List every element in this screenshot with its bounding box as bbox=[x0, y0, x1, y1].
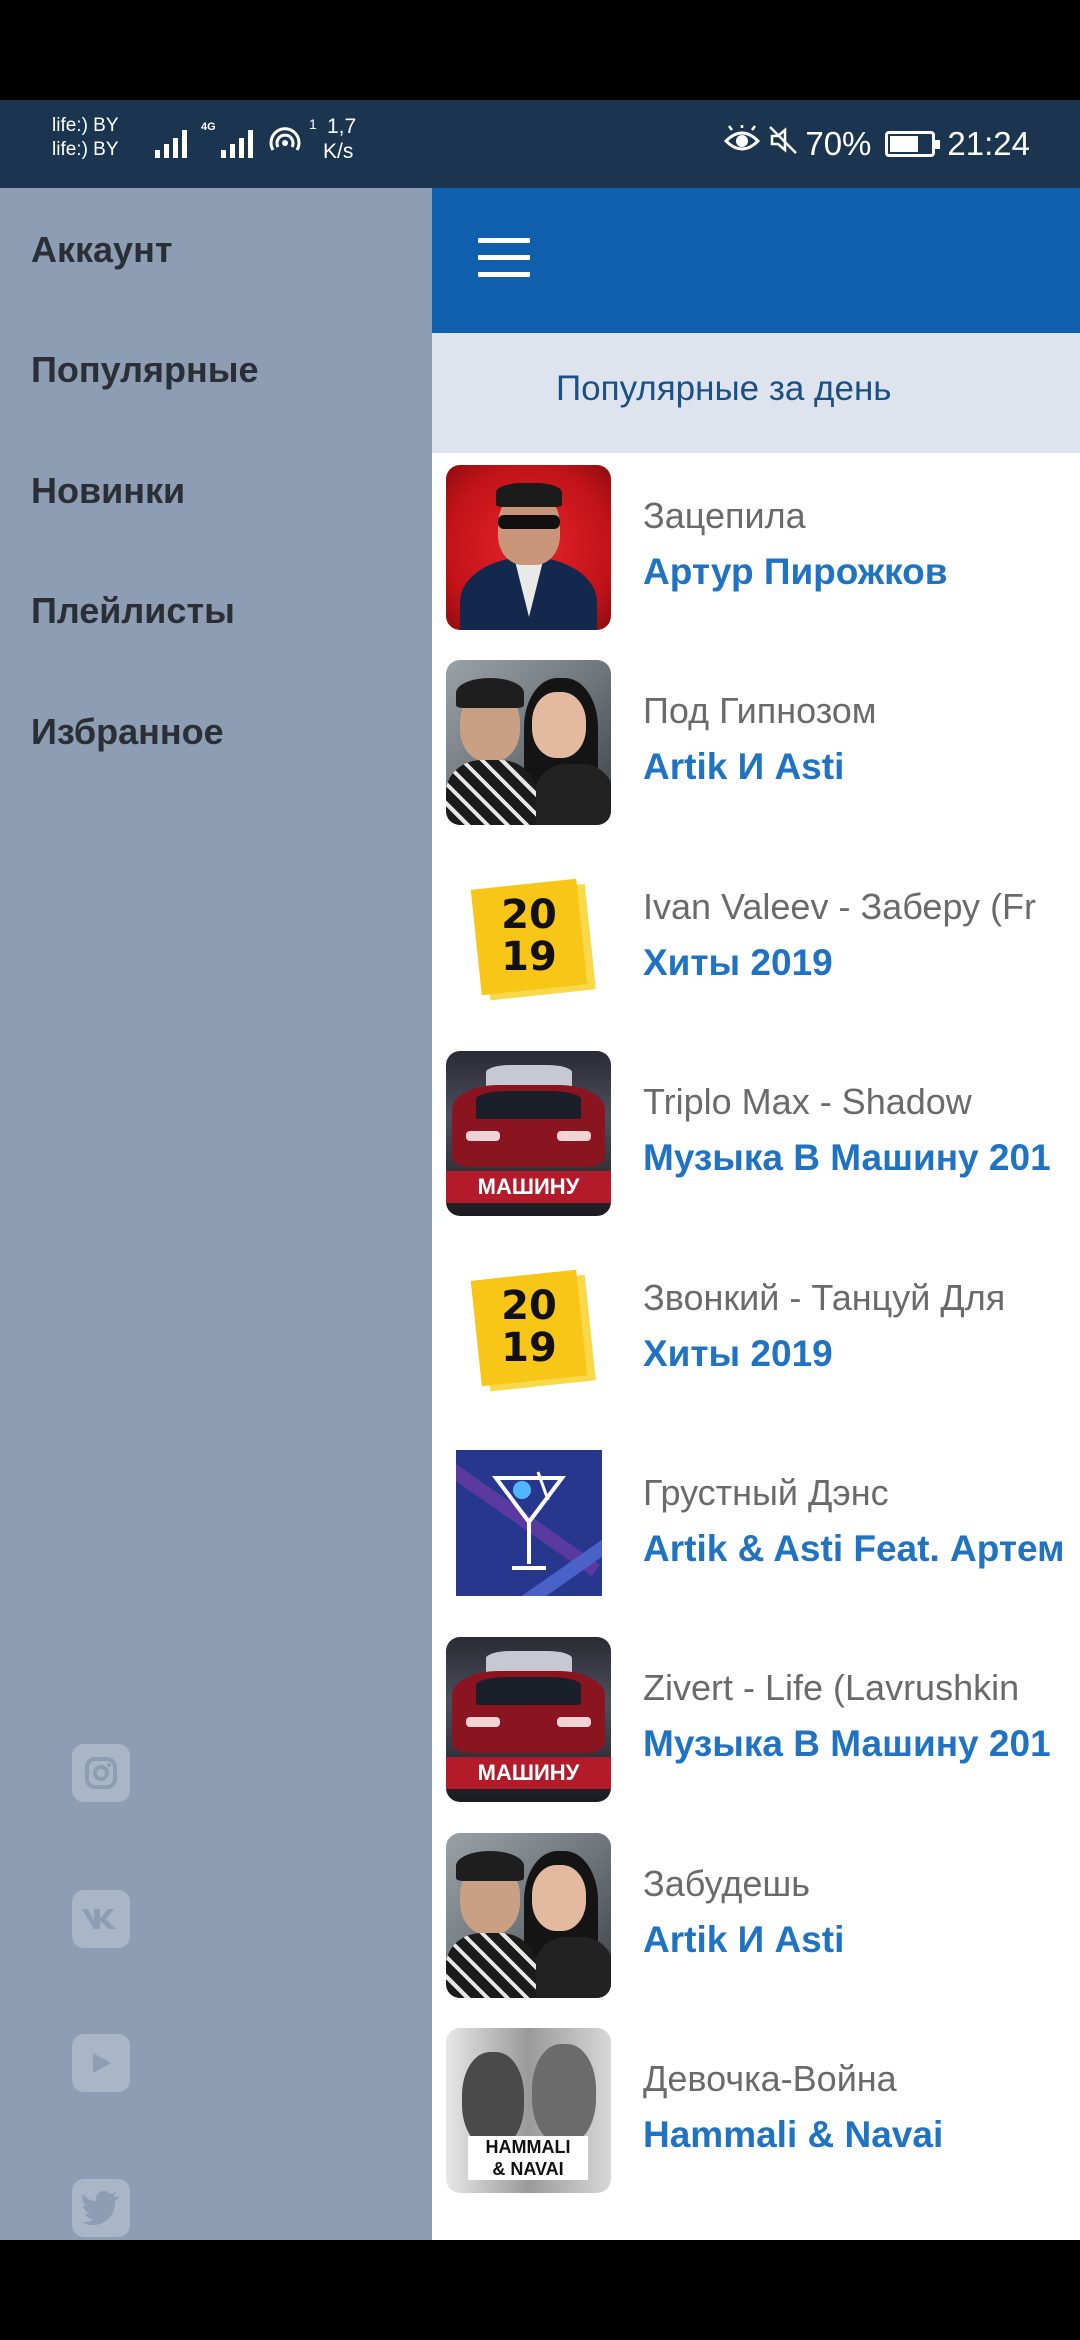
youtube-icon[interactable] bbox=[72, 2034, 130, 2092]
vk-icon[interactable] bbox=[72, 1890, 130, 1948]
twitter-icon[interactable] bbox=[72, 2179, 130, 2237]
track-title: Зацепила bbox=[643, 495, 806, 536]
cover-text-top: HAMMALI bbox=[485, 2137, 571, 2157]
menu-icon[interactable] bbox=[478, 238, 530, 280]
cover-text-bottom: & NAVAI bbox=[492, 2159, 564, 2179]
track-title: Грустный Дэнс bbox=[643, 1472, 889, 1513]
track-row[interactable]: Грустный Дэнс Artik & Asti Feat. Артем bbox=[432, 1430, 1080, 1625]
network-speed: 1 1,7 K/s bbox=[309, 114, 356, 164]
track-row[interactable]: HAMMALI & NAVAI Девочка-Война Hammali & N… bbox=[432, 2016, 1080, 2211]
track-artist: Музыка В Машину 201 bbox=[643, 1137, 1051, 1178]
status-right: 70% 21:24 bbox=[723, 122, 1030, 166]
cover-text-top: 20 bbox=[501, 892, 557, 938]
track-artist: Музыка В Машину 201 bbox=[643, 1723, 1051, 1764]
instagram-icon[interactable] bbox=[72, 1744, 130, 1802]
speed-unit: K/s bbox=[323, 140, 354, 163]
signal-4g-icon: 4G bbox=[201, 122, 263, 158]
navigation-drawer: Аккаунт Популярные Новинки Плейлисты Изб… bbox=[0, 188, 432, 2240]
track-artist: Hammali & Navai bbox=[643, 2114, 944, 2155]
album-cover: HAMMALI & NAVAI bbox=[446, 2028, 611, 2193]
battery-percent: 70% bbox=[805, 125, 872, 162]
carrier-2: life:) BY bbox=[52, 139, 119, 160]
track-artist: Хиты 2019 bbox=[643, 942, 833, 983]
track-title: Звонкий - Танцуй Для bbox=[643, 1277, 1006, 1318]
main-content: Популярные за день Зацепила Артур Пирожк… bbox=[432, 188, 1080, 2240]
cover-text-top: 20 bbox=[501, 1283, 557, 1329]
album-cover bbox=[446, 1833, 611, 1998]
eye-comfort-icon bbox=[723, 125, 761, 163]
cover-text-bottom: 19 bbox=[501, 934, 557, 980]
speed-sup: 1 bbox=[309, 116, 317, 132]
app-bar bbox=[432, 188, 1080, 333]
clock: 21:24 bbox=[947, 125, 1030, 162]
track-row[interactable]: Зацепила Артур Пирожков bbox=[432, 453, 1080, 648]
hotspot-icon bbox=[268, 126, 302, 163]
drawer-item-new[interactable]: Новинки bbox=[31, 467, 411, 515]
track-row[interactable]: 20 19 Ivan Valeev - Заберу (Fr Хиты 2019 bbox=[432, 844, 1080, 1039]
cover-text-bottom: 19 bbox=[501, 1325, 557, 1371]
track-title: Ivan Valeev - Заберу (Fr bbox=[643, 886, 1037, 927]
album-cover: МАШИНУ bbox=[446, 1051, 611, 1216]
signal-icon bbox=[155, 122, 195, 158]
drawer-item-popular[interactable]: Популярные bbox=[31, 346, 411, 394]
track-row[interactable]: 20 19 Звонкий - Танцуй Для Хиты 2019 bbox=[432, 1235, 1080, 1430]
album-cover: МАШИНУ bbox=[446, 1637, 611, 1802]
battery-icon bbox=[885, 131, 941, 157]
carrier-1: life:) BY bbox=[52, 115, 119, 136]
track-row[interactable]: Забудешь Artik И Asti bbox=[432, 1821, 1080, 2016]
network-type: 4G bbox=[201, 121, 216, 133]
mute-icon bbox=[767, 124, 799, 164]
track-row[interactable]: МАШИНУ Triplo Max - Shadow Музыка В Маши… bbox=[432, 1039, 1080, 1234]
drawer-item-favorites[interactable]: Избранное bbox=[31, 708, 411, 756]
cover-text: МАШИНУ bbox=[446, 1757, 611, 1789]
track-row[interactable]: Под Гипнозом Artik И Asti bbox=[432, 648, 1080, 843]
track-row[interactable]: МАШИНУ Zivert - Life (Lavrushkin Музыка … bbox=[432, 1625, 1080, 1820]
track-artist: Artik И Asti bbox=[643, 746, 845, 787]
drawer-item-playlists[interactable]: Плейлисты bbox=[31, 587, 411, 635]
status-bar: life:) BY life:) BY 4G 1 1,7 K/s 70% 21:… bbox=[0, 100, 1080, 188]
track-title: Девочка-Война bbox=[643, 2058, 897, 2099]
drawer-item-account[interactable]: Аккаунт bbox=[31, 226, 411, 274]
track-title: Забудешь bbox=[643, 1863, 811, 1904]
track-title: Triplo Max - Shadow bbox=[643, 1081, 972, 1122]
track-artist: Хиты 2019 bbox=[643, 1333, 833, 1374]
album-cover bbox=[446, 660, 611, 825]
bottom-edge bbox=[0, 2240, 1080, 2340]
track-title: Под Гипнозом bbox=[643, 690, 877, 731]
track-title: Zivert - Life (Lavrushkin bbox=[643, 1667, 1020, 1708]
album-cover: 20 19 bbox=[446, 856, 611, 1021]
cocktail-glass-icon bbox=[492, 1471, 566, 1570]
album-cover bbox=[456, 1450, 602, 1596]
carrier-names: life:) BY life:) BY bbox=[52, 114, 119, 162]
cover-text: МАШИНУ bbox=[446, 1171, 611, 1203]
track-artist: Артур Пирожков bbox=[643, 551, 948, 592]
section-title: Популярные за день bbox=[556, 369, 892, 408]
album-cover bbox=[446, 465, 611, 630]
track-artist: Artik & Asti Feat. Артем bbox=[643, 1528, 1065, 1569]
section-header: Популярные за день bbox=[432, 333, 1080, 453]
track-artist: Artik И Asti bbox=[643, 1919, 845, 1960]
album-cover: 20 19 bbox=[446, 1247, 611, 1412]
